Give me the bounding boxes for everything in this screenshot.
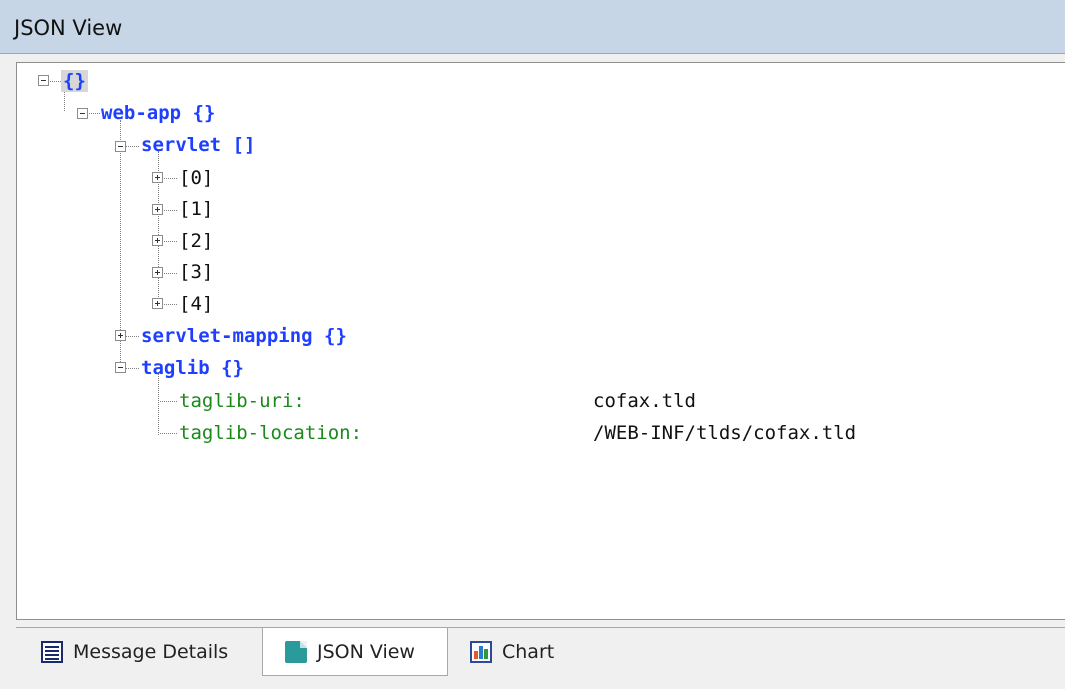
panel-title-bar: JSON View [0, 0, 1065, 54]
expand-toggle-icon[interactable] [152, 204, 163, 215]
tree-node-servlet-1[interactable]: [1] [179, 194, 213, 224]
tree-node-servlet-4[interactable]: [4] [179, 289, 213, 319]
tab-label: JSON View [317, 640, 415, 663]
tree-connector [160, 401, 177, 402]
expand-toggle-icon[interactable] [152, 235, 163, 246]
json-file-icon [285, 640, 307, 663]
taglib-location-key[interactable]: taglib-location: [179, 418, 362, 448]
expand-toggle-icon[interactable] [152, 298, 163, 309]
tree-node-servlet-mapping[interactable]: servlet-mapping {} [141, 321, 347, 351]
expand-toggle-icon[interactable] [115, 330, 126, 341]
tab-json-view[interactable]: JSON View [262, 628, 448, 676]
tree-node-web-app[interactable]: web-app {} [101, 98, 215, 128]
collapse-toggle-icon[interactable] [115, 362, 126, 373]
panel-title: JSON View [14, 16, 123, 40]
collapse-toggle-icon[interactable] [77, 108, 88, 119]
message-details-icon [41, 641, 63, 663]
taglib-uri-value: cofax.tld [593, 390, 696, 412]
tree-connector [158, 374, 159, 435]
bottom-tab-bar: Message Details JSON View Chart [16, 627, 1065, 689]
tab-chart[interactable]: Chart [470, 628, 610, 676]
tree-node-servlet-3[interactable]: [3] [179, 257, 213, 287]
chart-icon [470, 641, 492, 663]
tree-node-label: {} [61, 70, 88, 92]
taglib-uri-key[interactable]: taglib-uri: [179, 386, 305, 416]
collapse-toggle-icon[interactable] [38, 75, 49, 86]
tree-node-servlet[interactable]: servlet [] [141, 130, 255, 160]
tab-label: Message Details [73, 641, 229, 663]
taglib-location-value: /WEB-INF/tlds/cofax.tld [593, 422, 857, 444]
tree-node-servlet-0[interactable]: [0] [179, 163, 213, 193]
tree-node-servlet-2[interactable]: [2] [179, 226, 213, 256]
expand-toggle-icon[interactable] [152, 172, 163, 183]
collapse-toggle-icon[interactable] [115, 141, 126, 152]
tree-node-taglib[interactable]: taglib {} [141, 353, 244, 383]
tree-node-root[interactable]: {} [61, 66, 88, 96]
tab-message-details[interactable]: Message Details [41, 628, 261, 676]
expand-toggle-icon[interactable] [152, 267, 163, 278]
json-tree-view[interactable]: {} web-app {} servlet [] [0] [1] [2] [3]… [16, 62, 1065, 620]
tab-label: Chart [502, 641, 555, 663]
tree-connector [160, 433, 177, 434]
